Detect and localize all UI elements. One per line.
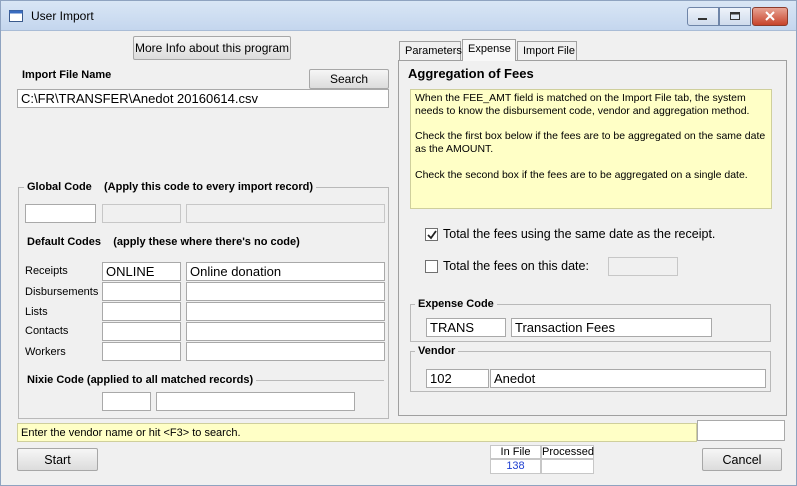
nixie-code-input[interactable] bbox=[102, 392, 151, 411]
maximize-button[interactable] bbox=[719, 7, 751, 26]
contacts-description[interactable] bbox=[186, 322, 385, 341]
tab-parameters[interactable]: Parameters bbox=[399, 41, 462, 60]
receipts-description[interactable]: Online donation bbox=[186, 262, 385, 281]
default-codes-title-text: Default Codes bbox=[27, 236, 101, 248]
minimize-button[interactable] bbox=[687, 7, 719, 26]
user-import-window: User Import More Info about this program… bbox=[0, 0, 797, 486]
expense-code-input[interactable]: TRANS bbox=[426, 318, 506, 337]
aggregation-heading: Aggregation of Fees bbox=[408, 66, 534, 81]
expense-code-title: Expense Code bbox=[415, 298, 497, 310]
global-code-description bbox=[186, 204, 385, 223]
processed-count bbox=[541, 459, 594, 474]
minimize-icon bbox=[698, 10, 708, 24]
lists-code-input[interactable] bbox=[102, 302, 181, 321]
maximize-icon bbox=[729, 10, 741, 24]
global-code-hint: (Apply this code to every import record) bbox=[104, 181, 314, 193]
vendor-code-input[interactable]: 102 bbox=[426, 369, 489, 388]
receipts-code-input[interactable]: ONLINE bbox=[102, 262, 181, 281]
same-date-checkbox[interactable] bbox=[425, 228, 438, 241]
status-bar: Enter the vendor name or hit <F3> to sea… bbox=[17, 423, 697, 442]
workers-code-input[interactable] bbox=[102, 342, 181, 361]
disbursements-label: Disbursements bbox=[25, 286, 99, 298]
vendor-name-input[interactable]: Anedot bbox=[490, 369, 766, 388]
global-code-title-text: Global Code bbox=[27, 181, 92, 193]
workers-label: Workers bbox=[25, 346, 66, 358]
lists-description[interactable] bbox=[186, 302, 385, 321]
receipts-label: Receipts bbox=[25, 265, 68, 277]
nixie-code-description[interactable] bbox=[156, 392, 355, 411]
vendor-title: Vendor bbox=[415, 345, 459, 357]
contacts-label: Contacts bbox=[25, 325, 69, 337]
cancel-button[interactable]: Cancel bbox=[702, 448, 782, 471]
close-icon bbox=[765, 10, 775, 24]
more-info-button[interactable]: More Info about this program bbox=[133, 36, 291, 60]
app-icon bbox=[9, 10, 23, 22]
info-paragraph-2: Check the first box below if the fees ar… bbox=[415, 130, 766, 156]
import-file-label: Import File Name bbox=[22, 69, 112, 81]
expense-code-description[interactable]: Transaction Fees bbox=[511, 318, 712, 337]
processed-header: Processed bbox=[541, 445, 594, 459]
start-button[interactable]: Start bbox=[17, 448, 98, 471]
global-code-input[interactable] bbox=[25, 204, 96, 223]
in-file-header: In File bbox=[490, 445, 541, 459]
search-button[interactable]: Search bbox=[309, 69, 389, 89]
info-paragraph-1: When the FEE_AMT field is matched on the… bbox=[415, 92, 750, 118]
single-date-checkbox[interactable] bbox=[425, 260, 438, 273]
title-bar: User Import bbox=[1, 1, 796, 31]
disbursements-description[interactable] bbox=[186, 282, 385, 301]
close-window-button[interactable] bbox=[752, 7, 788, 26]
tab-expense[interactable]: Expense bbox=[462, 39, 516, 61]
info-paragraph-3: Check the second box if the fees are to … bbox=[415, 168, 748, 181]
contacts-code-input[interactable] bbox=[102, 322, 181, 341]
tab-import-file[interactable]: Import File bbox=[517, 41, 577, 60]
disbursements-code-input[interactable] bbox=[102, 282, 181, 301]
global-code-title: Global Code (Apply this code to every im… bbox=[24, 181, 317, 193]
lists-label: Lists bbox=[25, 306, 48, 318]
default-codes-title: Default Codes (apply these where there's… bbox=[24, 236, 303, 248]
status-side-field bbox=[697, 420, 785, 441]
window-title: User Import bbox=[31, 9, 94, 23]
workers-description[interactable] bbox=[186, 342, 385, 361]
same-date-label: Total the fees using the same date as th… bbox=[443, 227, 716, 241]
nixie-code-title: Nixie Code (applied to all matched recor… bbox=[24, 374, 257, 386]
in-file-count: 138 bbox=[490, 459, 541, 474]
import-file-input[interactable]: C:\FR\TRANSFER\Anedot 20160614.csv bbox=[17, 89, 389, 108]
single-date-label: Total the fees on this date: bbox=[443, 259, 589, 273]
global-code-field-2 bbox=[102, 204, 181, 223]
fee-date-input bbox=[608, 257, 678, 276]
default-codes-hint: (apply these where there's no code) bbox=[113, 236, 300, 248]
aggregation-info-box: When the FEE_AMT field is matched on the… bbox=[410, 89, 772, 209]
